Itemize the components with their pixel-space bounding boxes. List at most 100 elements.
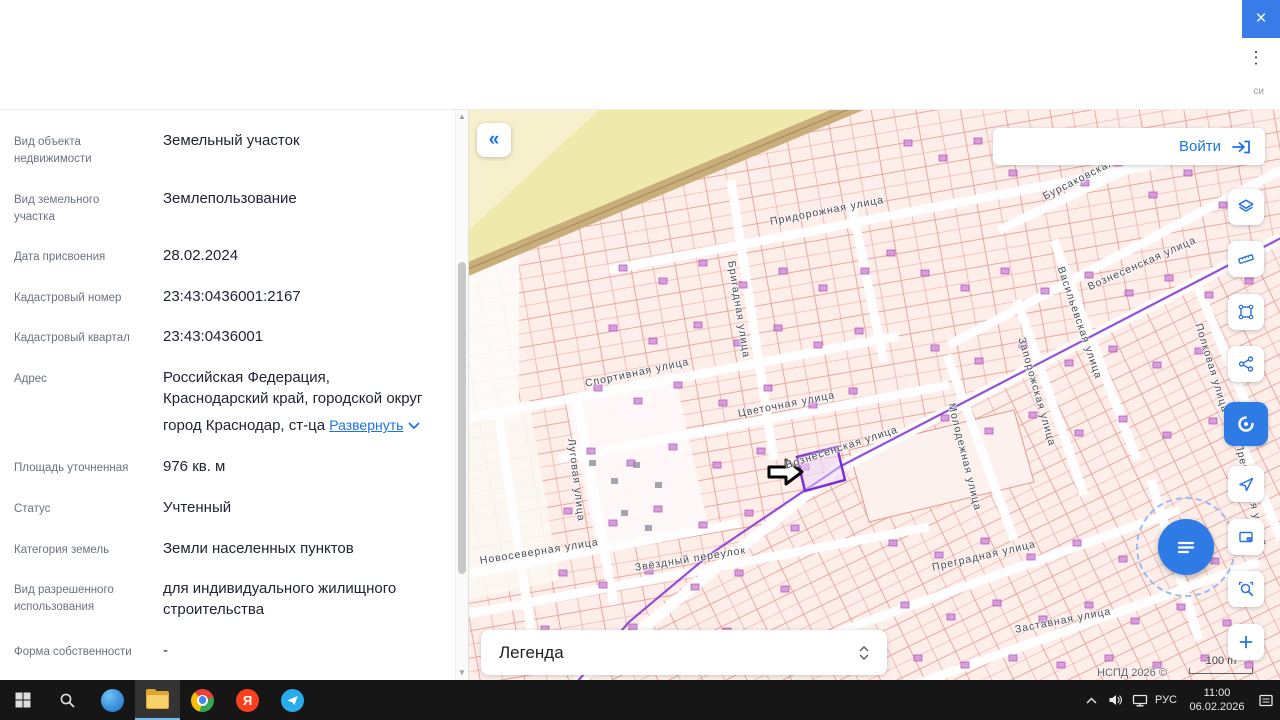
map-canvas[interactable]: Придорожная улица Бригадная улица Спорти… <box>468 110 1280 680</box>
chat-fab-button[interactable] <box>1158 519 1214 575</box>
row-assign-date: Дата присвоения 28.02.2024 <box>0 236 455 277</box>
field-value: Учтенный <box>163 498 232 516</box>
field-value: Российская Федерация, Краснодарский край… <box>163 368 425 437</box>
field-value: Землепользование <box>163 189 297 207</box>
field-label: Статус <box>14 502 51 515</box>
browser-menu-button[interactable]: ⋮ <box>1245 46 1267 70</box>
row-cadastral-block: Кадастровый квартал 23:43:0436001 <box>0 317 455 358</box>
plus-icon <box>1239 635 1253 649</box>
field-label: Площадь уточненная <box>14 462 129 475</box>
volume-button[interactable] <box>1104 680 1128 720</box>
expand-label: Развернуть <box>329 417 404 434</box>
row-status: Статус Учтенный <box>0 488 455 529</box>
field-value: 28.02.2024 <box>163 247 239 264</box>
area-icon <box>1238 304 1254 320</box>
notification-icon <box>1259 694 1273 706</box>
taskbar-chrome[interactable] <box>180 680 225 720</box>
start-button[interactable] <box>0 680 45 720</box>
row-parcel-type: Вид земельного участка Землепользование <box>0 179 455 237</box>
login-button[interactable]: Войти <box>993 128 1265 165</box>
ruler-icon <box>1238 254 1254 264</box>
field-value: для индивидуального жилищного строительс… <box>163 580 397 618</box>
yandex-icon: Я <box>236 688 259 712</box>
frame-button[interactable] <box>1228 519 1264 555</box>
partial-text: си <box>1253 86 1264 97</box>
taskbar-search-button[interactable] <box>45 680 90 720</box>
login-arrow-icon <box>1232 140 1250 153</box>
row-address: Адрес Российская Федерация, Краснодарски… <box>0 358 455 447</box>
field-value: Земельный участок <box>163 132 300 149</box>
chrome-icon <box>191 688 214 712</box>
hidden-icons-button[interactable] <box>1080 680 1104 720</box>
layers-button[interactable] <box>1228 189 1264 225</box>
clock[interactable]: 11:00 06.02.2026 <box>1180 680 1254 720</box>
language-indicator[interactable]: РУС <box>1152 680 1180 720</box>
map-copyright: НСПД 2026 © <box>1097 667 1167 679</box>
folder-icon <box>146 689 169 709</box>
tray-time: 11:00 <box>1203 686 1231 699</box>
panel-scrollbar[interactable]: ▲ ▼ <box>455 110 468 680</box>
field-label: Адрес <box>14 373 47 386</box>
share-icon <box>1238 356 1254 372</box>
legend-label: Легенда <box>499 642 564 662</box>
taskbar-yandex[interactable]: Я <box>225 680 270 720</box>
collapse-icon: « <box>488 129 500 150</box>
row-cadastral-value-partial: 1 075 384,64 <box>0 671 455 680</box>
action-center-button[interactable] <box>1254 680 1278 720</box>
field-label: Кадастровый квартал <box>14 332 130 345</box>
windows-logo-icon <box>15 692 30 708</box>
taskbar-telegram[interactable] <box>270 680 315 720</box>
field-label: Вид разрешенного использования <box>14 584 114 614</box>
scrollbar-thumb[interactable] <box>458 262 466 574</box>
field-value: Земли населенных пунктов <box>163 539 354 557</box>
collapse-panel-button[interactable]: « <box>477 123 511 157</box>
tray-date: 06.02.2026 <box>1189 701 1245 713</box>
field-label: Вид земельного участка <box>14 193 100 223</box>
share-button[interactable] <box>1228 346 1264 382</box>
blue-app-icon <box>101 688 124 712</box>
legend-expand-icon <box>859 645 869 660</box>
locate-button[interactable] <box>1228 466 1264 502</box>
assistant-button[interactable] <box>1224 402 1268 446</box>
chevron-down-icon <box>409 422 420 430</box>
field-label: Вид объекта недвижимости <box>14 136 92 166</box>
close-icon: × <box>1255 8 1267 29</box>
close-button[interactable]: × <box>1242 0 1280 38</box>
network-icon <box>1132 694 1148 706</box>
taskbar-file-explorer[interactable] <box>135 680 180 720</box>
windows-taskbar: Я РУС 11:00 06.02.2026 <box>0 680 1280 720</box>
row-ownership: Форма собственности - <box>0 631 455 672</box>
assistant-icon <box>1238 416 1254 432</box>
scroll-down-arrow[interactable]: ▼ <box>456 667 468 679</box>
layers-icon <box>1238 199 1254 212</box>
zoom-in-button[interactable] <box>1228 624 1264 660</box>
expand-address-link[interactable]: Развернуть <box>329 416 420 435</box>
field-value: 976 кв. м <box>163 458 226 476</box>
row-object-type: Вид объекта недвижимости Земельный участ… <box>0 121 455 179</box>
speaker-icon <box>1109 695 1123 705</box>
kebab-menu-icon: ⋮ <box>1247 48 1265 67</box>
telegram-icon <box>281 688 304 712</box>
system-tray: РУС 11:00 06.02.2026 <box>1080 680 1280 720</box>
login-label: Войти <box>1179 138 1221 155</box>
row-permitted-use: Вид разрешенного использования для индив… <box>0 569 455 630</box>
field-label: Форма собственности <box>14 645 132 658</box>
field-label: Категория земель <box>14 543 110 556</box>
taskbar-app-blue[interactable] <box>90 680 135 720</box>
scroll-up-arrow[interactable]: ▲ <box>456 111 468 123</box>
scale-line <box>1189 668 1253 674</box>
chat-lines-icon <box>1177 541 1195 554</box>
network-button[interactable] <box>1128 680 1152 720</box>
search-area-button[interactable] <box>1228 571 1264 607</box>
row-land-category: Категория земель Земли населенных пункто… <box>0 529 455 570</box>
field-value: 23:43:0436001 <box>163 328 264 346</box>
row-cadastral-number: Кадастровый номер 23:43:0436001:2167 <box>0 277 455 318</box>
legend-bar[interactable]: Легенда <box>481 630 887 675</box>
chevron-up-icon <box>1086 697 1097 703</box>
browser-top-strip: × ⋮ си <box>0 0 1280 110</box>
area-tool-button[interactable] <box>1228 294 1264 330</box>
measure-button[interactable] <box>1228 241 1264 277</box>
search-icon <box>60 693 75 707</box>
field-label: Дата присвоения <box>14 251 106 263</box>
frame-icon <box>1239 531 1253 543</box>
